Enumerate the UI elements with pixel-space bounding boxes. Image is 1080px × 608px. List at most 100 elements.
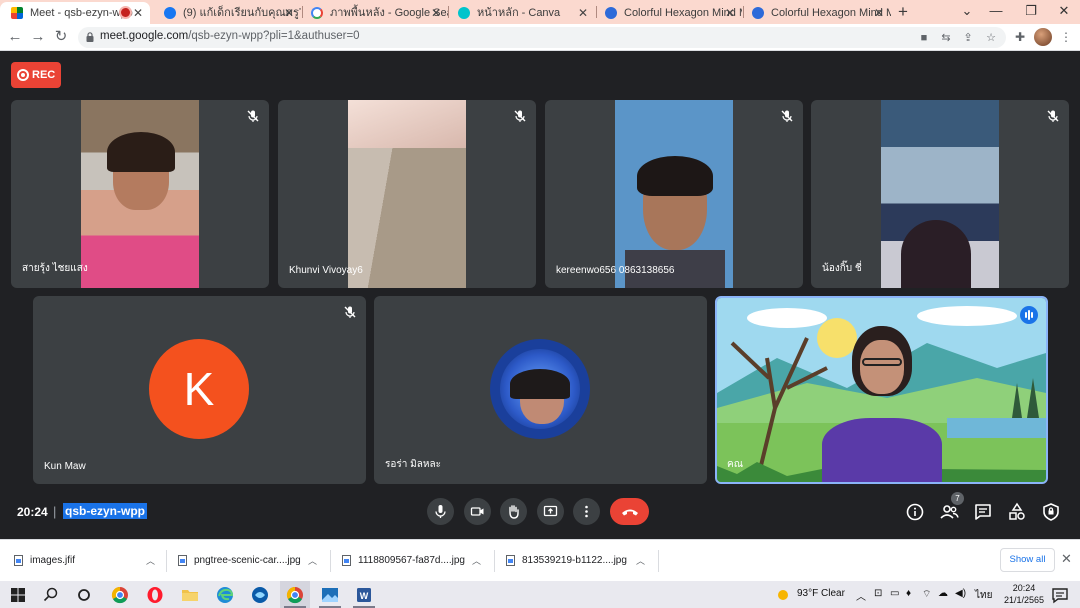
- show-all-button[interactable]: Show all: [1000, 548, 1055, 572]
- participant-tile-7-speaking[interactable]: คณ: [715, 296, 1048, 484]
- close-tab-icon[interactable]: ✕: [725, 2, 735, 24]
- mic-off-icon: [247, 110, 259, 122]
- meeting-code[interactable]: qsb-ezyn-wpp: [63, 503, 147, 519]
- chevron-up-icon[interactable]: ︿: [472, 549, 481, 573]
- task-view-icon[interactable]: [74, 585, 94, 605]
- divider: [494, 550, 495, 572]
- participant-video: [81, 100, 199, 288]
- chevron-up-icon[interactable]: ︿: [856, 588, 866, 603]
- rec-label: REC: [32, 69, 56, 81]
- close-window-icon[interactable]: ✕: [1049, 0, 1079, 24]
- chrome-taskbar-icon[interactable]: [110, 585, 130, 605]
- chat-icon[interactable]: [973, 502, 993, 522]
- extensions-icon[interactable]: ✚: [1012, 29, 1028, 45]
- close-tab-icon[interactable]: ✕: [133, 2, 143, 24]
- activities-icon[interactable]: [1007, 502, 1027, 522]
- weather-text[interactable]: 93°F Clear: [797, 588, 845, 599]
- tab-hexagon-2[interactable]: Colorful Hexagon Mind Ma ✕: [741, 2, 891, 24]
- participant-tile-4[interactable]: น้องกิ๊บ ชี่: [811, 100, 1069, 288]
- meeting-details-icon[interactable]: [905, 502, 925, 522]
- leave-call-button[interactable]: [610, 498, 649, 525]
- camera-permission-icon[interactable]: ■: [917, 31, 931, 45]
- download-item[interactable]: 1118809567-fa87d....jpg ︿: [338, 549, 488, 573]
- meeting-clock: 20:24: [17, 505, 48, 519]
- participant-tile-3[interactable]: kereenwo656 0863138656: [545, 100, 803, 288]
- opera-taskbar-icon[interactable]: [145, 585, 165, 605]
- share-icon[interactable]: ⇪: [961, 31, 975, 45]
- tab-canva[interactable]: หน้าหลัก - Canva ✕: [447, 2, 595, 24]
- menu-kebab-icon[interactable]: ⋮: [1058, 29, 1074, 45]
- tab-google-search[interactable]: ภาพพื้นหลัง - Google Search ✕: [300, 2, 448, 24]
- participant-name: Khunvi Vivoyay6: [289, 265, 363, 276]
- word-taskbar-icon[interactable]: W: [354, 585, 374, 605]
- close-downloads-icon[interactable]: ✕: [1061, 551, 1072, 567]
- close-tab-icon[interactable]: ✕: [578, 2, 588, 24]
- participant-tile-6[interactable]: รอร่า มิลหละ: [374, 296, 707, 484]
- download-filename: pngtree-scenic-car....jpg: [194, 555, 301, 566]
- close-tab-icon[interactable]: ✕: [431, 2, 441, 24]
- more-options-button[interactable]: [573, 498, 600, 525]
- system-clock[interactable]: 20:24 21/1/2565: [1004, 582, 1044, 606]
- present-screen-button[interactable]: [537, 498, 564, 525]
- input-language[interactable]: ไทย: [975, 588, 992, 603]
- raise-hand-button[interactable]: [500, 498, 527, 525]
- photos-taskbar-icon[interactable]: [320, 585, 340, 605]
- close-tab-icon[interactable]: ✕: [874, 2, 884, 24]
- svg-text:W: W: [360, 591, 369, 601]
- windows-taskbar: W 93°F Clear ︿ ⊡ ▭ ♦ ⌔ ☁ ◀) ไทย 20:24 21…: [0, 581, 1080, 608]
- file-explorer-icon[interactable]: [180, 585, 200, 605]
- recording-indicator-icon: [121, 8, 130, 17]
- forward-icon[interactable]: →: [28, 27, 48, 47]
- network-icon[interactable]: ⊡: [874, 588, 882, 599]
- new-tab-icon[interactable]: +: [898, 2, 908, 22]
- separator: |: [53, 504, 57, 519]
- raise-hand-icon: [509, 505, 519, 519]
- tab-title: หน้าหลัก - Canva: [477, 7, 561, 19]
- messenger-taskbar-icon[interactable]: [250, 585, 270, 605]
- reload-icon[interactable]: ↻: [51, 27, 71, 47]
- tab-meet[interactable]: Meet - qsb-ezyn-wpp ✕: [0, 2, 150, 24]
- microphone-button[interactable]: [427, 498, 454, 525]
- participant-name: รอร่า มิลหละ: [385, 459, 441, 470]
- participant-tile-2[interactable]: Khunvi Vivoyay6: [278, 100, 536, 288]
- download-item[interactable]: 813539219-b1122....jpg ︿: [502, 549, 652, 573]
- bookmark-star-icon[interactable]: ☆: [984, 31, 998, 45]
- translate-icon[interactable]: ⇆: [939, 31, 953, 45]
- participant-name: คณ: [727, 459, 743, 470]
- address-bar[interactable]: meet.google.com/qsb-ezyn-wpp?pli=1&authu…: [78, 27, 1006, 48]
- notifications-icon[interactable]: [1050, 585, 1070, 605]
- close-tab-icon[interactable]: ✕: [284, 2, 294, 24]
- profile-avatar[interactable]: [1034, 28, 1052, 46]
- onedrive-icon[interactable]: ☁: [938, 588, 948, 599]
- download-item[interactable]: pngtree-scenic-car....jpg ︿: [174, 549, 324, 573]
- tab-hexagon-1[interactable]: Colorful Hexagon Mind Ma ✕: [594, 2, 742, 24]
- chevron-up-icon[interactable]: ︿: [636, 549, 645, 573]
- back-icon[interactable]: ←: [5, 27, 25, 47]
- restore-icon[interactable]: ❐: [1016, 0, 1046, 24]
- participant-tile-1[interactable]: สายรุ้ง ไชยแสง: [11, 100, 269, 288]
- chevron-up-icon[interactable]: ︿: [146, 549, 155, 573]
- mic-off-icon: [1047, 110, 1059, 122]
- chevron-up-icon[interactable]: ︿: [308, 549, 317, 573]
- volume-icon[interactable]: ◀): [955, 588, 966, 599]
- windows-start-icon[interactable]: [8, 585, 28, 605]
- battery-icon[interactable]: ▭: [890, 588, 899, 599]
- wifi-icon[interactable]: ⌔: [922, 588, 931, 601]
- file-image-icon: [342, 555, 351, 566]
- people-icon[interactable]: [939, 502, 959, 522]
- microphone-tray-icon[interactable]: ♦: [906, 588, 911, 599]
- camera-button[interactable]: [464, 498, 491, 525]
- tab-search-icon[interactable]: ⌄: [952, 0, 982, 24]
- edge-taskbar-icon[interactable]: [215, 585, 235, 605]
- tab-facebook[interactable]: (9) แก้เด็กเรียนกับคุณครูTIRA ✕: [153, 2, 301, 24]
- search-icon[interactable]: [41, 585, 61, 605]
- tab-title: Meet - qsb-ezyn-wpp: [30, 7, 133, 19]
- avatar: K: [149, 339, 249, 439]
- download-item[interactable]: images.jfif ︿: [10, 549, 160, 573]
- host-controls-icon[interactable]: [1041, 502, 1061, 522]
- participant-tile-5[interactable]: K Kun Maw: [33, 296, 366, 484]
- chrome-taskbar-icon[interactable]: [285, 585, 305, 605]
- avatar: [490, 339, 590, 439]
- meet-favicon-icon: [11, 7, 23, 19]
- minimize-icon[interactable]: —: [981, 0, 1011, 24]
